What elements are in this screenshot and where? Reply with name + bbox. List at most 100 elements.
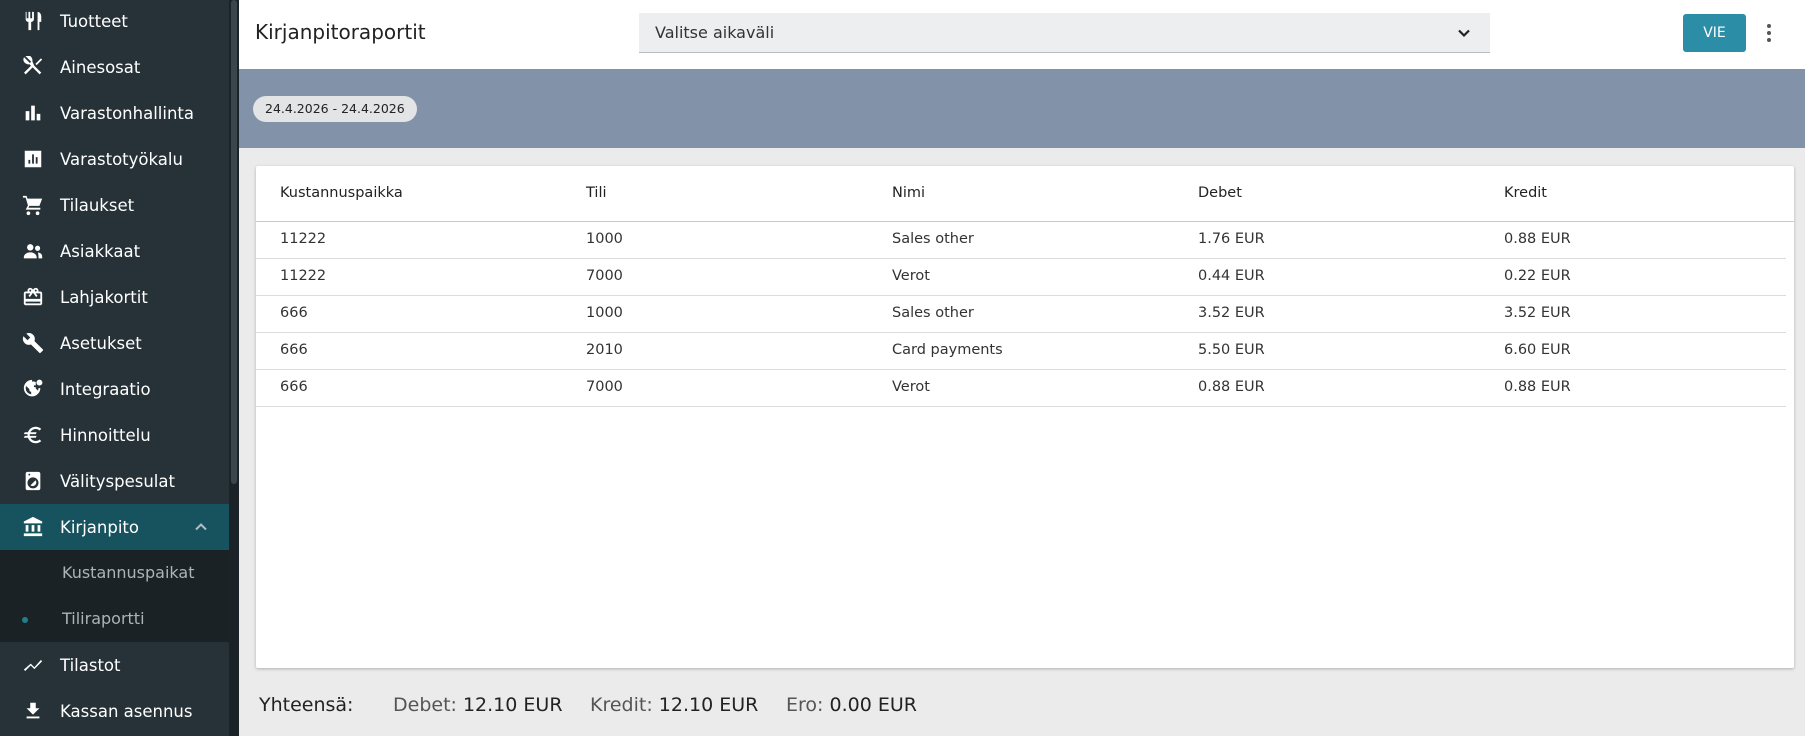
analytics-icon <box>22 148 44 170</box>
totals-debit-value: 12.10 EUR <box>462 694 563 716</box>
cell-tili: 2010 <box>586 342 623 358</box>
sidebar-item-label: Hinnoittelu <box>60 425 151 445</box>
report-table-card: Kustannuspaikka Tili Nimi Debet Kredit 1… <box>256 166 1794 668</box>
cell-nimi: Card payments <box>892 342 1003 358</box>
sidebar-subitem-kustannuspaikat[interactable]: Kustannuspaikat <box>0 550 229 596</box>
people-icon <box>22 240 44 262</box>
sidebar-item-integraatio[interactable]: Integraatio <box>0 366 229 412</box>
cell-debet: 0.44 EUR <box>1198 268 1265 284</box>
column-header-debet[interactable]: Debet <box>1198 185 1242 201</box>
sidebar-item-label: Tilaukset <box>60 195 135 215</box>
sidebar-item-label: Varastonhallinta <box>60 103 194 123</box>
sidebar-item-tuotteet[interactable]: Tuotteet <box>0 0 229 44</box>
cell-nimi: Verot <box>892 268 930 284</box>
totals-debit: Debet: 12.10 EUR <box>393 694 563 716</box>
page-header: Kirjanpitoraportit Valitse aikaväli VIE <box>239 0 1805 69</box>
column-header-tili[interactable]: Tili <box>586 185 607 201</box>
totals-diff: Ero: 0.00 EUR <box>786 694 917 716</box>
cell-debet: 0.88 EUR <box>1198 379 1265 395</box>
washing-machine-icon <box>22 470 44 492</box>
cell-nimi: Sales other <box>892 231 974 247</box>
cell-kredit: 3.52 EUR <box>1504 305 1571 321</box>
sidebar-item-kirjanpito[interactable]: Kirjanpito <box>0 504 229 550</box>
sidebar-scrollbar[interactable] <box>229 0 239 736</box>
period-select-value: Valitse aikaväli <box>655 23 775 42</box>
sidebar-item-label: Ainesosat <box>60 57 141 77</box>
column-header-nimi[interactable]: Nimi <box>892 185 925 201</box>
sidebar-item-asiakkaat[interactable]: Asiakkaat <box>0 228 229 274</box>
chevron-down-icon <box>1456 25 1472 41</box>
cell-tili: 1000 <box>586 305 623 321</box>
more-menu-button[interactable] <box>1758 18 1780 48</box>
sidebar-item-hinnoittelu[interactable]: Hinnoittelu <box>0 412 229 458</box>
kirjanpito-submenu: Kustannuspaikat Tiliraportti <box>0 550 229 642</box>
table-row: 666 2010 Card payments 5.50 EUR 6.60 EUR <box>256 333 1786 370</box>
cell-kustannuspaikka: 666 <box>280 342 308 358</box>
sidebar-item-tilaukset[interactable]: Tilaukset <box>0 182 229 228</box>
scrollbar-thumb[interactable] <box>231 0 237 484</box>
sidebar: Tuotteet Ainesosat Varastonhallinta Vara… <box>0 0 229 736</box>
euro-icon <box>22 424 44 446</box>
cell-tili: 7000 <box>586 379 623 395</box>
cell-nimi: Sales other <box>892 305 974 321</box>
cell-kustannuspaikka: 11222 <box>280 231 327 247</box>
sidebar-item-lahjakortit[interactable]: Lahjakortit <box>0 274 229 320</box>
cell-kustannuspaikka: 11222 <box>280 268 327 284</box>
totals-credit-value: 12.10 EUR <box>658 694 759 716</box>
cell-debet: 3.52 EUR <box>1198 305 1265 321</box>
period-select[interactable]: Valitse aikaväli <box>639 13 1490 53</box>
column-header-kredit[interactable]: Kredit <box>1504 185 1547 201</box>
globe-gear-icon <box>22 378 44 400</box>
sidebar-item-asetukset[interactable]: Asetukset <box>0 320 229 366</box>
sidebar-item-ainesosat[interactable]: Ainesosat <box>0 44 229 90</box>
sidebar-item-label: Tilastot <box>60 655 121 675</box>
totals-diff-label: Ero: <box>786 694 824 716</box>
cell-kredit: 6.60 EUR <box>1504 342 1571 358</box>
utensils-cross-icon <box>22 56 44 78</box>
cell-kredit: 0.22 EUR <box>1504 268 1571 284</box>
cell-debet: 5.50 EUR <box>1198 342 1265 358</box>
download-icon <box>22 700 44 722</box>
totals-bar: Yhteensä: Debet: 12.10 EUR Kredit: 12.10… <box>239 682 1805 736</box>
sidebar-item-label: Tuotteet <box>60 11 128 31</box>
cell-kredit: 0.88 EUR <box>1504 379 1571 395</box>
trend-line-icon <box>22 654 44 676</box>
sidebar-item-label: Asiakkaat <box>60 241 141 261</box>
sidebar-item-label: Kassan asennus <box>60 701 193 721</box>
cart-icon <box>22 194 44 216</box>
export-button[interactable]: VIE <box>1683 14 1746 52</box>
sidebar-item-kassan-asennus[interactable]: Kassan asennus <box>0 688 229 734</box>
sidebar-item-label: Lahjakortit <box>60 287 148 307</box>
more-vert-icon <box>1767 24 1771 42</box>
sidebar-item-label: Asetukset <box>60 333 142 353</box>
column-header-kustannuspaikka[interactable]: Kustannuspaikka <box>280 185 403 201</box>
bank-icon <box>22 516 44 538</box>
totals-label: Yhteensä: <box>259 694 354 716</box>
sidebar-item-valityspesulat[interactable]: Välityspesulat <box>0 458 229 504</box>
sidebar-item-varastonhallinta[interactable]: Varastonhallinta <box>0 90 229 136</box>
date-range-chip[interactable]: 24.4.2026 - 24.4.2026 <box>253 96 417 122</box>
cell-tili: 1000 <box>586 231 623 247</box>
table-row: 11222 7000 Verot 0.44 EUR 0.22 EUR <box>256 259 1786 296</box>
table-row: 666 7000 Verot 0.88 EUR 0.88 EUR <box>256 370 1786 407</box>
sidebar-item-label: Välityspesulat <box>60 471 175 491</box>
cell-kustannuspaikka: 666 <box>280 379 308 395</box>
cell-kredit: 0.88 EUR <box>1504 231 1571 247</box>
wrench-icon <box>22 332 44 354</box>
sidebar-subitem-tiliraportti[interactable]: Tiliraportti <box>0 596 229 642</box>
sidebar-item-tilastot[interactable]: Tilastot <box>0 642 229 688</box>
bar-chart-icon <box>22 102 44 124</box>
table-row: 666 1000 Sales other 3.52 EUR 3.52 EUR <box>256 296 1786 333</box>
totals-credit: Kredit: 12.10 EUR <box>590 694 758 716</box>
page-title: Kirjanpitoraportit <box>255 20 426 44</box>
sidebar-item-varastotyokalu[interactable]: Varastotyökalu <box>0 136 229 182</box>
sidebar-item-label: Integraatio <box>60 379 151 399</box>
cell-nimi: Verot <box>892 379 930 395</box>
active-dot-icon <box>22 617 28 623</box>
filter-band: 24.4.2026 - 24.4.2026 <box>239 69 1805 148</box>
table-header: Kustannuspaikka Tili Nimi Debet Kredit <box>256 166 1794 222</box>
sidebar-item-label: Varastotyökalu <box>60 149 183 169</box>
sidebar-subitem-label: Tiliraportti <box>62 609 145 628</box>
chevron-up-icon[interactable] <box>193 519 209 535</box>
gift-card-icon <box>22 286 44 308</box>
